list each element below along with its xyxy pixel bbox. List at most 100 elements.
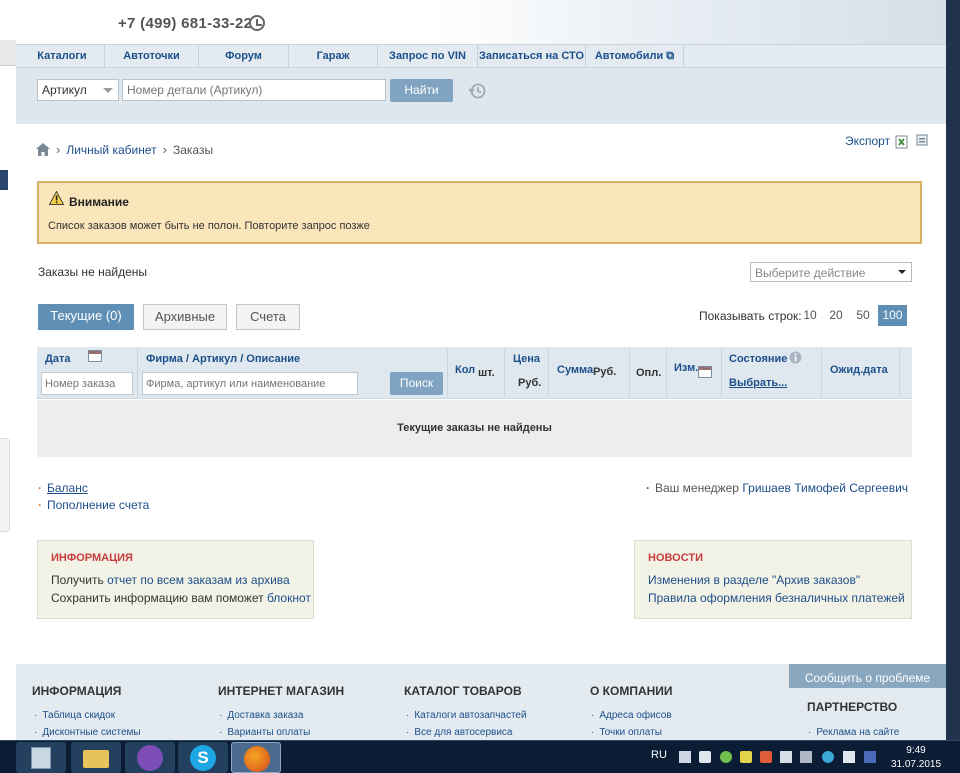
breadcrumb: › Личный кабинет › Заказы [36, 142, 213, 157]
history-icon[interactable] [468, 82, 486, 100]
nav-item-3[interactable]: Гараж [289, 45, 378, 67]
col-sum[interactable]: Сумма [557, 364, 593, 376]
nav-item-0[interactable]: Каталоги [20, 45, 105, 67]
export-link[interactable]: Экспорт [845, 134, 929, 149]
tab-archive[interactable]: Архивные [143, 304, 227, 330]
order-number-input[interactable] [41, 372, 133, 395]
info-box-title: ИНФОРМАЦИЯ [51, 552, 133, 564]
breadcrumb-account-link[interactable]: Личный кабинет [66, 143, 156, 157]
print-icon[interactable] [915, 134, 929, 148]
rows-per-page-label: Показывать строк: [699, 309, 802, 323]
viber-icon[interactable] [125, 742, 175, 773]
notepad-link[interactable]: блокнот [267, 591, 311, 605]
footer-link[interactable]: · Точки оплаты [591, 727, 662, 738]
calendar-icon[interactable] [88, 350, 102, 362]
firm-search-input[interactable] [142, 372, 358, 395]
state-filter-select[interactable]: Выбрать... [729, 377, 787, 389]
nav-item-1[interactable]: Автоточки [105, 45, 199, 67]
footer-link-label: Дисконтные системы [42, 727, 141, 738]
news-link-1[interactable]: Изменения в разделе "Архив заказов" [648, 573, 860, 587]
col-date[interactable]: Дата [45, 353, 70, 365]
home-icon[interactable] [36, 143, 50, 156]
nav-item-2[interactable]: Форум [199, 45, 289, 67]
manager-label: Ваш менеджер [655, 481, 739, 495]
taskbar: S RU 9:49 31.07.2015 [0, 740, 960, 773]
col-paid: Опл. [636, 367, 662, 379]
search-type-select[interactable]: Артикул [37, 79, 119, 101]
col-expected-date[interactable]: Ожид.дата [830, 364, 888, 376]
calendar-icon[interactable] [698, 366, 712, 378]
tray-app-icon[interactable] [740, 751, 752, 763]
firefox-icon[interactable] [231, 742, 281, 773]
flag-icon[interactable] [679, 751, 691, 763]
empty-table-message: Текущие заказы не найдены [397, 422, 552, 434]
footer-link-label: Адреса офисов [599, 710, 672, 721]
tray-app-icon[interactable] [843, 751, 855, 763]
balance-item: · Баланс [38, 481, 88, 495]
archive-report-link[interactable]: отчет по всем заказам из архива [107, 573, 290, 587]
footer-link[interactable]: · Адреса офисов [591, 710, 672, 721]
left-panel-tab [0, 40, 16, 66]
col-firm[interactable]: Фирма / Артикул / Описание [146, 353, 300, 365]
footer-link[interactable]: · Каталоги автозапчастей [406, 710, 527, 721]
rows-option-10[interactable]: 10 [798, 305, 822, 326]
topup-link[interactable]: Пополнение счета [47, 498, 149, 512]
tab-bills[interactable]: Счета [236, 304, 300, 330]
excel-icon[interactable] [895, 135, 909, 149]
rows-option-50[interactable]: 50 [850, 305, 876, 326]
rows-option-100[interactable]: 100 [878, 305, 907, 326]
keyboard-icon[interactable] [699, 751, 711, 763]
tray-date[interactable]: 31.07.2015 [888, 759, 944, 770]
window-left-edge [0, 0, 16, 740]
skype-icon[interactable]: S [178, 742, 228, 773]
volume-icon[interactable] [780, 751, 792, 763]
folder-icon[interactable] [71, 742, 121, 773]
footer-link[interactable]: · Таблица скидок [34, 710, 115, 721]
nav-item-6[interactable]: Автомобили ⧉ [586, 45, 684, 67]
tray-time[interactable]: 9:49 [900, 745, 932, 756]
tab-current[interactable]: Текущие (0) [38, 304, 134, 330]
action-select[interactable]: Выберите действие [750, 262, 912, 282]
footer-link-label: Доставка заказа [227, 710, 304, 721]
nav-item-5[interactable]: Записаться на СТО [478, 45, 586, 67]
footer-link[interactable]: · Реклама на сайте [808, 727, 899, 738]
table-search-button[interactable]: Поиск [390, 372, 443, 395]
calculator-icon[interactable] [16, 742, 66, 773]
language-indicator[interactable]: RU [651, 749, 667, 761]
footer-link[interactable]: · Доставка заказа [219, 710, 303, 721]
footer-link[interactable]: · Варианты оплаты [219, 727, 310, 738]
news-link-2[interactable]: Правила оформления безналичных платежей [648, 591, 905, 605]
col-price[interactable]: Цена [513, 353, 540, 365]
search-type-value: Артикул [42, 83, 87, 97]
orders-table-header: Дата Фирма / Артикул / Описание Поиск Ко… [37, 347, 912, 399]
col-sum-unit: Руб. [593, 366, 617, 378]
tray-app-icon[interactable] [720, 751, 732, 763]
rows-option-20[interactable]: 20 [824, 305, 848, 326]
balance-link[interactable]: Баланс [47, 481, 88, 495]
tray-app-icon[interactable] [760, 751, 772, 763]
footer-col-shop-title: ИНТЕРНЕТ МАГАЗИН [218, 684, 345, 698]
alert-text: Список заказов может быть не полон. Повт… [48, 220, 370, 232]
col-state[interactable]: Состояние [729, 353, 787, 365]
report-problem-button[interactable]: Сообщить о проблеме [789, 664, 946, 688]
col-qty[interactable]: Кол [455, 364, 475, 376]
manager-name-link[interactable]: Гришаев Тимофей Сергеевич [742, 481, 908, 495]
tray-app-icon[interactable] [822, 751, 834, 763]
info-line-1: Получить отчет по всем заказам из архива [51, 573, 290, 587]
warning-alert: Внимание Список заказов может быть не по… [37, 181, 922, 244]
info-line-1-text: Получить [51, 573, 104, 587]
bullet-icon: · [38, 498, 42, 512]
find-button[interactable]: Найти [390, 79, 453, 102]
network-icon[interactable] [800, 751, 812, 763]
left-panel-handle[interactable] [0, 438, 10, 532]
info-icon[interactable] [789, 351, 802, 364]
col-changed[interactable]: Изм. [674, 362, 698, 374]
footer-col-info-title: ИНФОРМАЦИЯ [32, 684, 122, 698]
footer-link[interactable]: · Все для автосервиса [406, 727, 512, 738]
part-number-input[interactable] [122, 79, 386, 101]
nav-item-4[interactable]: Запрос по VIN [378, 45, 478, 67]
export-label: Экспорт [845, 134, 891, 148]
tray-app-icon[interactable] [864, 751, 876, 763]
footer-partner-title: ПАРТНЕРСТВО [807, 700, 898, 714]
footer-link[interactable]: · Дисконтные системы [34, 727, 141, 738]
